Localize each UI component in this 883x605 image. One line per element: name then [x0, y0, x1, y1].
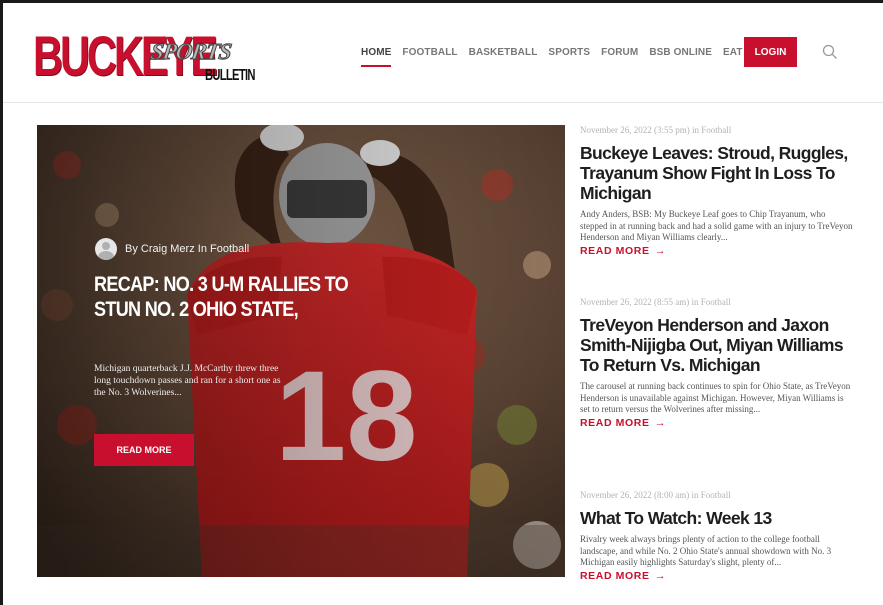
nav-item-home[interactable]: HOME	[361, 47, 392, 67]
read-more-link[interactable]: READ MORE →	[580, 570, 855, 582]
logo-sports-text: SPORTS	[149, 39, 233, 65]
article-card: November 26, 2022 (3:55 pm) in Football …	[580, 125, 855, 257]
site-logo[interactable]: BUCKEYE SPORTS BULLETIN	[33, 25, 258, 91]
article-title[interactable]: Buckeye Leaves: Stroud, Ruggles, Trayanu…	[580, 143, 855, 203]
article-excerpt: Rivalry week always brings plenty of act…	[580, 534, 832, 567]
author-avatar[interactable]	[95, 238, 117, 260]
login-button[interactable]: LOGIN	[744, 37, 797, 67]
hero-byline: By Craig Merz In Football	[95, 238, 249, 260]
main-nav: HOME FOOTBALL BASKETBALL SPORTS FORUM BS…	[361, 47, 792, 67]
article-card: November 26, 2022 (8:55 am) in Football …	[580, 297, 855, 429]
category-link[interactable]: Football	[210, 243, 249, 255]
article-meta: November 26, 2022 (8:00 am) in Football	[580, 490, 731, 500]
article-meta: November 26, 2022 (8:55 am) in Football	[580, 297, 731, 307]
nav-item-bsb-online[interactable]: BSB ONLINE	[649, 47, 712, 58]
nav-item-basketball[interactable]: BASKETBALL	[469, 47, 538, 58]
hero-feature[interactable]: 18 By Craig Merz In Football RECAP: NO. …	[37, 125, 565, 577]
article-excerpt: The carousel at running back continues t…	[580, 381, 851, 414]
hero-read-more-button[interactable]: READ MORE	[94, 434, 194, 466]
article-title[interactable]: TreVeyon Henderson and Jaxon Smith-Nijig…	[580, 315, 855, 375]
category-prefix: In	[197, 243, 207, 255]
nav-item-sports[interactable]: SPORTS	[548, 47, 590, 58]
logo-bulletin-text: BULLETIN	[205, 67, 255, 84]
article-meta: November 26, 2022 (3:55 pm) in Football	[580, 125, 732, 135]
read-more-link[interactable]: READ MORE →	[580, 417, 855, 429]
read-more-link[interactable]: READ MORE →	[580, 245, 855, 257]
read-more-label: READ MORE	[580, 244, 650, 257]
article-card: November 26, 2022 (8:00 am) in Football …	[580, 490, 855, 582]
article-title[interactable]: What To Watch: Week 13	[580, 508, 855, 528]
article-excerpt: Andy Anders, BSB: My Buckeye Leaf goes t…	[580, 209, 853, 242]
read-more-label: READ MORE	[580, 416, 650, 429]
arrow-right-icon: →	[654, 244, 667, 257]
nav-item-forum[interactable]: FORUM	[601, 47, 638, 58]
hero-title[interactable]: RECAP: NO. 3 U-M RALLIES TO STUN NO. 2 O…	[94, 272, 378, 322]
hero-excerpt: Michigan quarterback J.J. McCarthy threw…	[94, 364, 281, 398]
arrow-right-icon: →	[654, 416, 667, 429]
author-link[interactable]: Craig Merz	[141, 243, 195, 255]
nav-item-football[interactable]: FOOTBALL	[402, 47, 457, 58]
arrow-right-icon: →	[654, 569, 667, 582]
byline-prefix: By	[125, 243, 138, 255]
hero-overlay	[37, 125, 565, 577]
read-more-label: READ MORE	[580, 569, 650, 582]
site-header: BUCKEYE SPORTS BULLETIN HOME FOOTBALL BA…	[3, 3, 883, 103]
search-icon[interactable]	[821, 43, 839, 61]
